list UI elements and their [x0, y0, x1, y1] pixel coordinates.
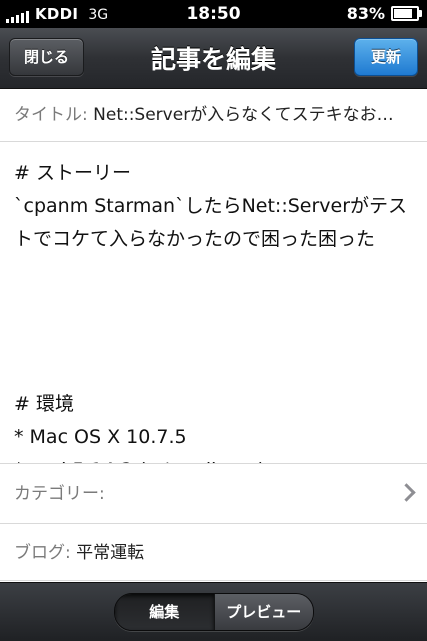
status-bar: KDDI 3G 18:50 83% — [0, 0, 427, 28]
chevron-right-icon — [397, 483, 416, 502]
body-textarea[interactable]: # ストーリー `cpanm Starman`したらNet::Serverがテス… — [0, 143, 427, 463]
mode-segmented-control: 編集 プレビュー — [114, 593, 314, 631]
edit-tab[interactable]: 編集 — [115, 594, 214, 630]
category-row[interactable]: カテゴリー: — [0, 464, 427, 524]
navigation-bar: 閉じる 記事を編集 更新 — [0, 28, 427, 89]
update-button[interactable]: 更新 — [354, 38, 418, 76]
blog-label: ブログ: — [14, 543, 71, 563]
title-field[interactable]: タイトル: Net::Serverが入らなくてステキなお… — [0, 89, 427, 142]
blog-value: 平常運転 — [76, 543, 145, 563]
battery-icon — [391, 6, 422, 21]
category-label: カテゴリー: — [14, 484, 105, 504]
status-right: 83% — [346, 4, 422, 23]
battery-percent: 83% — [346, 4, 385, 23]
bottom-toolbar: 編集 プレビュー — [0, 582, 427, 641]
preview-tab[interactable]: プレビュー — [213, 594, 313, 630]
blog-row[interactable]: ブログ: 平常運転 — [0, 525, 427, 581]
title-value: Net::Serverが入らなくてステキなお… — [93, 105, 394, 125]
title-label: タイトル: — [14, 105, 88, 125]
